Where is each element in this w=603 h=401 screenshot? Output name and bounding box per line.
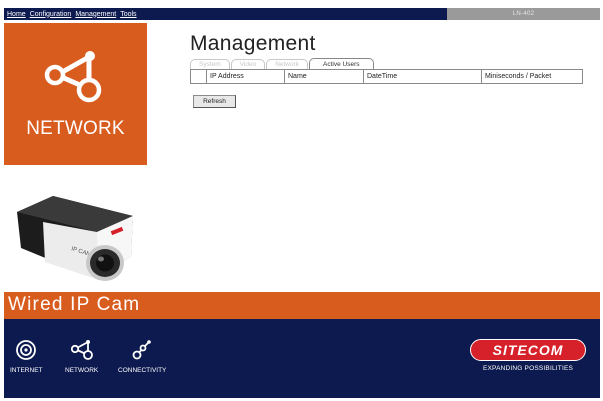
- tab-bar: System Video Network Active Users: [190, 58, 375, 69]
- product-name: Wired IP Cam: [8, 294, 141, 315]
- column-header-name: Name: [284, 69, 364, 84]
- top-nav: Home Configuration Management Tools: [4, 8, 447, 20]
- globe-target-icon: [16, 340, 37, 360]
- top-bar: Home Configuration Management Tools LN-4…: [4, 8, 600, 20]
- footer: INTERNET NETWORK CONNECTIVITY SITECOM EX…: [4, 319, 600, 398]
- footer-item-connectivity[interactable]: CONNECTIVITY: [118, 339, 166, 374]
- tab-network[interactable]: Network: [266, 59, 309, 69]
- product-band: Wired IP Cam: [4, 292, 600, 319]
- table-header-row: IP Address Name DateTime Miniseconds / P…: [190, 69, 583, 84]
- nav-link-tools[interactable]: Tools: [120, 11, 136, 18]
- tab-video[interactable]: Video: [230, 59, 266, 69]
- tab-system[interactable]: System: [190, 59, 230, 69]
- network-nodes-icon: [70, 340, 93, 360]
- brand-badge: SITECOM: [470, 339, 586, 361]
- brand-tagline: EXPANDING POSSIBILITIES: [482, 365, 574, 372]
- nav-link-configuration[interactable]: Configuration: [30, 11, 72, 18]
- footer-item-internet-label: INTERNET: [10, 367, 43, 374]
- device-model-label: LN-402: [447, 8, 600, 20]
- network-panel-label: NETWORK: [26, 118, 125, 139]
- sitecom-logo: SITECOM EXPANDING POSSIBILITIES: [470, 339, 586, 372]
- column-header-blank: [190, 69, 207, 84]
- ip-camera-image: IP CAM: [17, 196, 133, 281]
- footer-item-connectivity-label: CONNECTIVITY: [118, 367, 167, 374]
- network-nodes-icon: [44, 51, 102, 103]
- network-panel: NETWORK: [4, 23, 147, 165]
- refresh-button[interactable]: Refresh: [193, 95, 236, 108]
- column-header-ip-address: IP Address: [206, 69, 285, 84]
- column-header-milliseconds-packet: Miniseconds / Packet: [481, 69, 583, 84]
- footer-item-internet[interactable]: INTERNET: [10, 339, 43, 374]
- page-title: Management: [190, 32, 316, 55]
- tab-active-users[interactable]: Active Users: [309, 58, 374, 69]
- active-users-table: IP Address Name DateTime Miniseconds / P…: [190, 69, 583, 84]
- column-header-datetime: DateTime: [363, 69, 482, 84]
- footer-item-network-label: NETWORK: [65, 367, 99, 374]
- connectivity-links-icon: [132, 340, 152, 360]
- nav-link-home[interactable]: Home: [7, 11, 26, 18]
- nav-link-management[interactable]: Management: [75, 11, 116, 18]
- footer-item-network[interactable]: NETWORK: [65, 339, 98, 374]
